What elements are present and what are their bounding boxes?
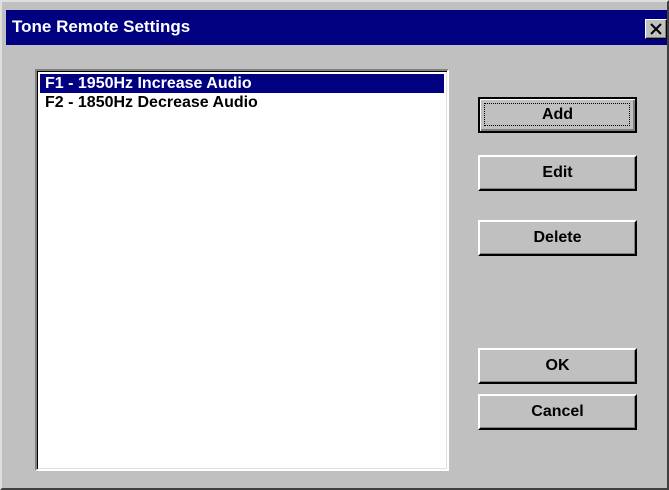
title-bar[interactable]: Tone Remote Settings bbox=[6, 10, 667, 45]
cancel-button-label: Cancel bbox=[531, 403, 584, 420]
edit-button[interactable]: Edit bbox=[478, 155, 637, 191]
list-item[interactable]: F1 - 1950Hz Increase Audio bbox=[40, 74, 444, 93]
edit-button-label: Edit bbox=[542, 164, 573, 181]
add-button[interactable]: Add bbox=[478, 97, 637, 133]
delete-button-label: Delete bbox=[533, 229, 582, 246]
tone-remote-settings-dialog: Tone Remote Settings F1 - 1950Hz Increas… bbox=[0, 0, 669, 490]
tone-listbox[interactable]: F1 - 1950Hz Increase Audio F2 - 1850Hz D… bbox=[35, 69, 449, 471]
close-button[interactable] bbox=[645, 19, 667, 39]
delete-button[interactable]: Delete bbox=[478, 220, 637, 256]
ok-button[interactable]: OK bbox=[478, 348, 637, 384]
close-icon bbox=[650, 23, 662, 35]
ok-button-label: OK bbox=[545, 357, 570, 374]
window-title: Tone Remote Settings bbox=[12, 17, 191, 36]
cancel-button[interactable]: Cancel bbox=[478, 394, 637, 430]
add-button-label: Add bbox=[541, 106, 574, 123]
list-item[interactable]: F2 - 1850Hz Decrease Audio bbox=[40, 93, 444, 112]
